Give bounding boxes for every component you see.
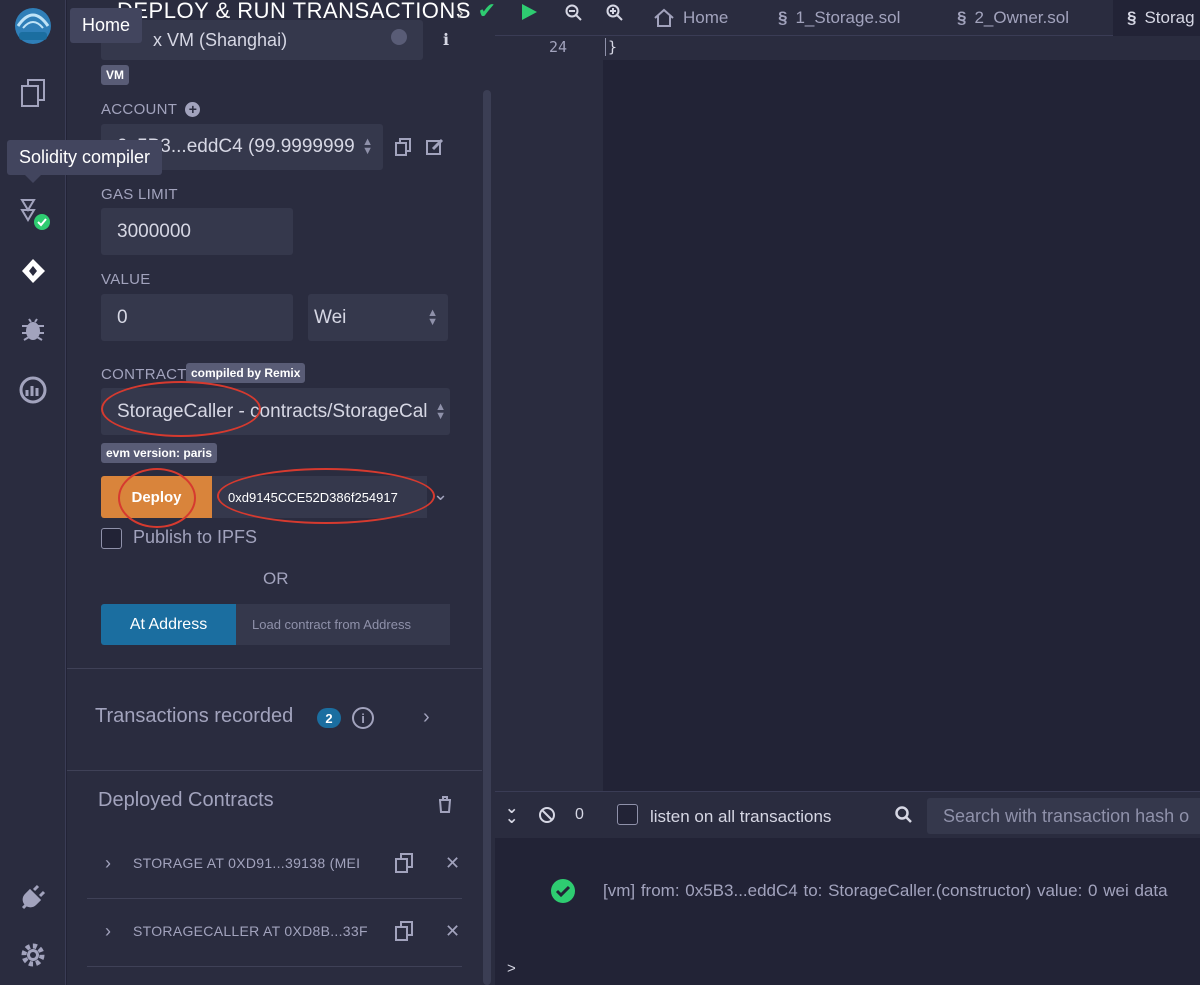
- check-icon: ✔: [477, 0, 497, 23]
- section-divider: [67, 668, 482, 669]
- contract-value: StorageCaller - contracts/StorageCal: [117, 400, 428, 422]
- contract-select[interactable]: StorageCaller - contracts/StorageCal ▲ ▼: [101, 388, 450, 435]
- tab-1-storage[interactable]: § 1_Storage.sol: [778, 0, 900, 36]
- value-label: VALUE: [101, 271, 151, 288]
- debugger-icon[interactable]: [16, 312, 50, 346]
- solidity-compiler-icon[interactable]: [16, 196, 50, 230]
- environment-value: x VM (Shanghai): [153, 29, 288, 50]
- plugin-manager-icon[interactable]: [16, 880, 50, 914]
- deployed-contract-item[interactable]: STORAGECALLER AT 0XD8B...33F: [133, 923, 368, 939]
- value-unit-text: Wei: [314, 306, 347, 328]
- remove-contract-icon[interactable]: ✕: [445, 853, 460, 874]
- solidity-file-icon: §: [1127, 8, 1137, 27]
- analysis-icon[interactable]: [16, 373, 50, 407]
- info-icon[interactable]: ℹ: [443, 30, 449, 50]
- current-line-highlight: [603, 36, 1200, 60]
- deployed-contract-item[interactable]: STORAGE AT 0XD91...39138 (MEI: [133, 855, 360, 871]
- search-icon[interactable]: [895, 806, 913, 829]
- select-arrows-icon: ▲ ▼: [435, 401, 446, 422]
- zoom-in-icon[interactable]: [606, 4, 624, 27]
- select-arrows-icon: ▲ ▼: [362, 136, 373, 157]
- at-address-button[interactable]: At Address: [101, 604, 236, 645]
- tab-home[interactable]: Home: [653, 0, 728, 36]
- clear-console-icon[interactable]: [538, 806, 556, 829]
- tab-label: 1_Storage.sol: [795, 8, 901, 27]
- copy-address-icon[interactable]: [395, 853, 413, 878]
- panel-scrollbar[interactable]: [483, 90, 491, 985]
- success-check-icon: [550, 878, 576, 909]
- add-account-icon[interactable]: +: [185, 102, 201, 117]
- remix-logo-icon[interactable]: [6, 4, 60, 50]
- transaction-log-line[interactable]: [vm] from: 0x5B3...eddC4 to: StorageCall…: [603, 881, 1168, 901]
- pending-tx-count: 0: [575, 806, 584, 823]
- vm-badge: VM: [101, 65, 129, 85]
- tab-label: Storag: [1144, 8, 1195, 27]
- load-address-input[interactable]: Load contract from Address: [236, 604, 450, 645]
- chevron-right-icon[interactable]: ›: [423, 706, 430, 729]
- deploy-args-input[interactable]: 0xd9145CCE52D386f254917: [212, 476, 427, 518]
- deploy-run-icon[interactable]: [16, 254, 50, 288]
- settings-gear-icon[interactable]: [16, 938, 50, 972]
- publish-ipfs-checkbox[interactable]: [101, 528, 122, 549]
- solidity-compiler-tooltip: Solidity compiler: [7, 140, 163, 183]
- tab-label: Home: [683, 8, 729, 27]
- or-divider-text: OR: [263, 569, 289, 588]
- tab-storage-caller[interactable]: § Storag: [1113, 0, 1200, 36]
- dropdown-icon: [391, 29, 407, 45]
- home-tooltip: Home: [70, 8, 143, 43]
- listen-all-checkbox[interactable]: [617, 804, 638, 825]
- value-input[interactable]: 0: [101, 294, 293, 341]
- deployed-contracts-title: Deployed Contracts: [98, 789, 274, 811]
- listen-all-label: listen on all transactions: [650, 807, 832, 826]
- run-script-icon[interactable]: [519, 2, 539, 27]
- deploy-button[interactable]: Deploy: [101, 476, 212, 518]
- code-line[interactable]: }: [605, 38, 617, 56]
- line-number: 24: [549, 38, 568, 56]
- environment-select[interactable]: x VM (Shanghai): [101, 20, 423, 60]
- info-icon[interactable]: i: [352, 707, 374, 729]
- terminal-prompt[interactable]: >: [507, 960, 516, 977]
- chevron-down-icon[interactable]: ⌄: [433, 484, 448, 505]
- editor-tab-bar: Home § 1_Storage.sol § 2_Owner.sol § Sto…: [495, 0, 1200, 36]
- zoom-out-icon[interactable]: [565, 4, 583, 27]
- publish-ipfs-label: Publish to IPFS: [133, 527, 258, 547]
- account-label: ACCOUNT +: [101, 101, 201, 118]
- tab-label: 2_Owner.sol: [974, 8, 1069, 27]
- value-unit-select[interactable]: Wei ▲ ▼: [308, 294, 448, 341]
- terminal-toolbar: ⌄ ⌄ 0 listen on all transactions Search w…: [495, 791, 1200, 838]
- item-divider: [87, 898, 462, 899]
- chevron-right-icon[interactable]: ›: [105, 921, 111, 942]
- transactions-count-badge: 2: [317, 708, 341, 728]
- chevron-right-icon[interactable]: ›: [457, 2, 464, 25]
- compiled-by-remix-badge: compiled by Remix: [186, 363, 306, 383]
- select-arrows-icon: ▲ ▼: [427, 307, 438, 328]
- item-divider: [87, 966, 462, 967]
- trash-icon[interactable]: [438, 796, 452, 818]
- code-editor[interactable]: 24 }: [495, 36, 1200, 791]
- transactions-recorded-title[interactable]: Transactions recorded: [95, 705, 293, 728]
- copy-account-icon[interactable]: [395, 138, 411, 161]
- chevron-right-icon[interactable]: ›: [105, 853, 111, 874]
- collapse-terminal-icon[interactable]: ⌄ ⌄: [505, 801, 518, 827]
- gas-limit-input[interactable]: 3000000: [101, 208, 293, 255]
- remove-contract-icon[interactable]: ✕: [445, 921, 460, 942]
- gas-limit-label: GAS LIMIT: [101, 186, 178, 203]
- account-label-text: ACCOUNT: [101, 101, 177, 118]
- evm-version-badge: evm version: paris: [101, 443, 218, 463]
- home-icon: [654, 8, 674, 27]
- contract-label: CONTRACT: [101, 366, 187, 383]
- solidity-file-icon: §: [778, 8, 788, 27]
- tx-search-input[interactable]: Search with transaction hash o: [927, 798, 1200, 834]
- solidity-file-icon: §: [957, 8, 967, 27]
- section-divider: [67, 770, 482, 771]
- sign-message-icon[interactable]: [426, 138, 444, 161]
- tab-2-owner[interactable]: § 2_Owner.sol: [957, 0, 1069, 36]
- terminal-output: [vm] from: 0x5B3...eddC4 to: StorageCall…: [495, 838, 1200, 985]
- editor-gutter: [495, 36, 603, 791]
- file-explorer-icon[interactable]: [16, 76, 50, 110]
- copy-address-icon[interactable]: [395, 921, 413, 946]
